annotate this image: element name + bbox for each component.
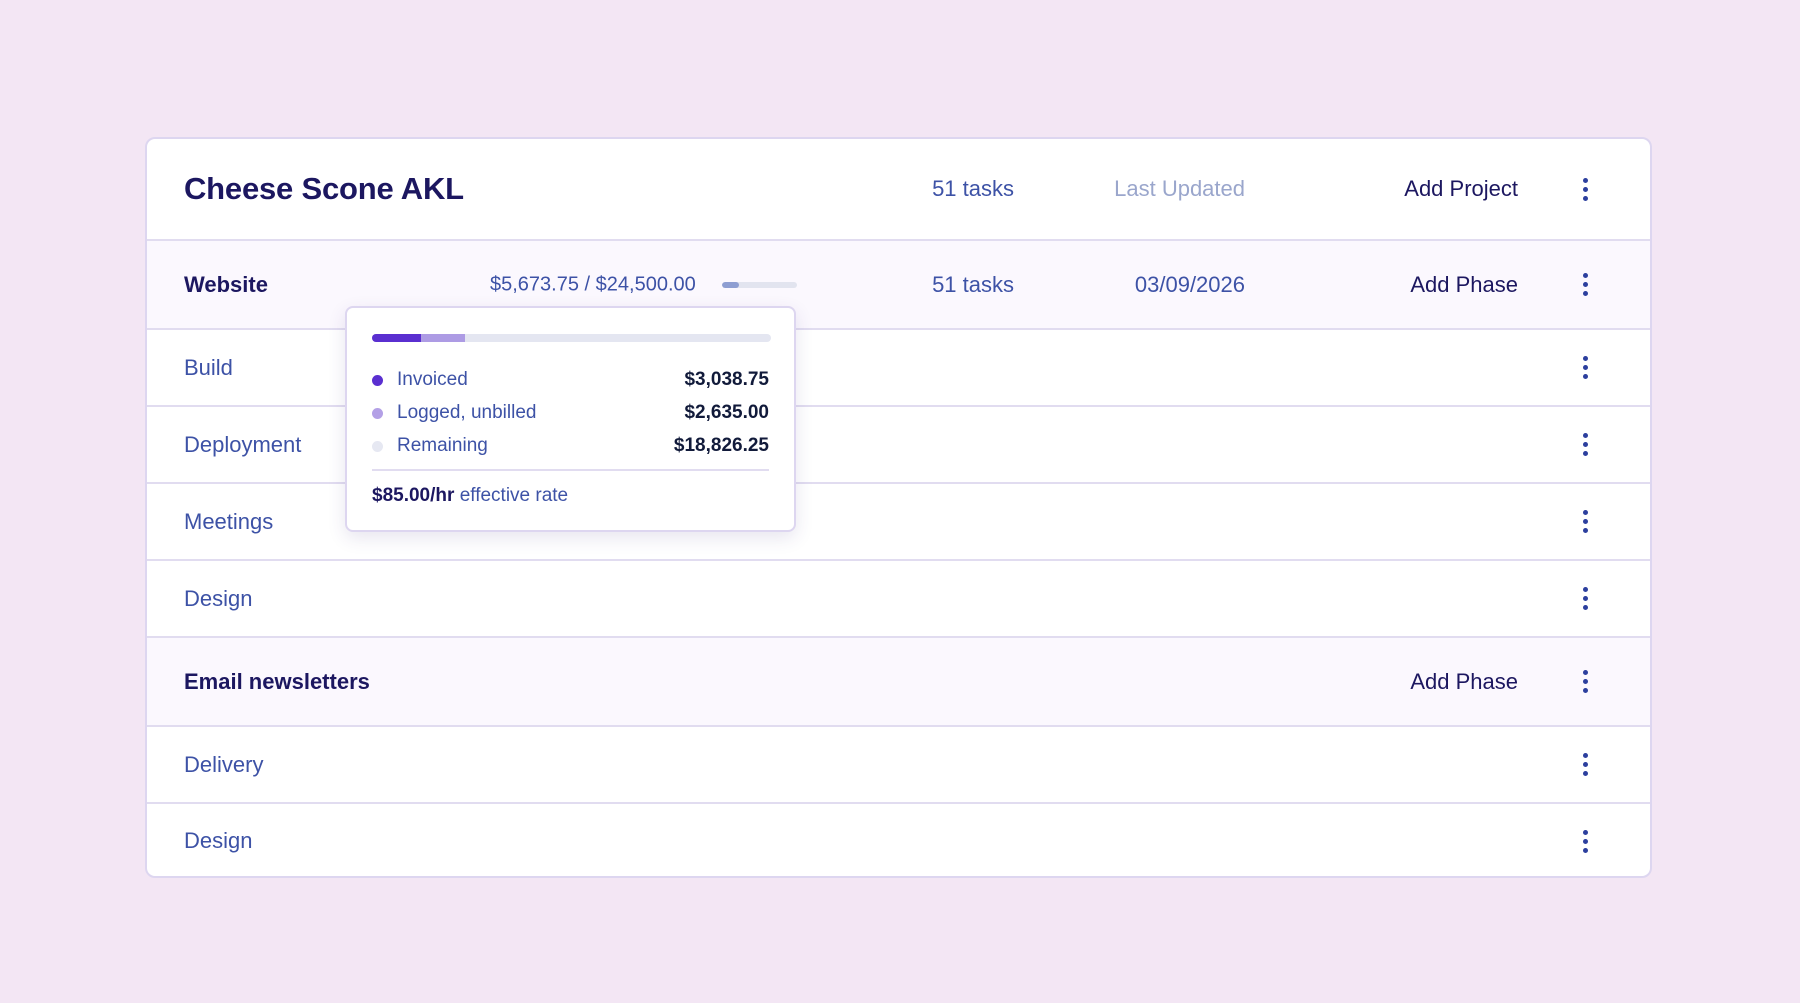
remaining-dot-icon [372,440,383,452]
subphase-name[interactable]: Design [184,586,252,612]
subphase-name[interactable]: Deployment [184,432,301,458]
phase-row-email-newsletters[interactable]: Email newsletters Add Phase [147,638,1650,727]
project-task-count[interactable]: 51 tasks [932,176,1014,202]
invoiced-dot-icon [372,374,383,386]
tooltip-value: $3,038.75 [684,369,769,390]
subphase-name[interactable]: Delivery [184,752,263,778]
tooltip-label: Logged, unbilled [397,402,537,423]
tooltip-row-invoiced: Invoiced $3,038.75 [372,368,769,392]
phase-name: Email newsletters [184,668,370,694]
subphase-row-delivery[interactable]: Delivery [147,727,1650,804]
invoiced-segment [372,334,422,342]
phase-more-menu-icon[interactable] [1575,270,1595,300]
subphase-more-menu-icon[interactable] [1575,507,1595,537]
project-header: Cheese Scone AKL 51 tasks Last Updated A… [147,139,1650,241]
tooltip-value: $18,826.25 [673,435,769,456]
tooltip-label: Invoiced [397,369,468,390]
logged-segment [421,334,465,342]
subphase-more-menu-icon[interactable] [1575,826,1595,856]
effective-rate-value: $85.00/hr [372,485,455,506]
phase-date: 03/09/2026 [1134,271,1245,297]
subphase-row-design[interactable]: Design [147,561,1650,638]
budget-tooltip: Invoiced $3,038.75 Logged, unbilled $2,6… [345,306,796,532]
add-phase-button[interactable]: Add Phase [1410,272,1518,298]
add-project-button[interactable]: Add Project [1404,176,1518,202]
project-more-menu-icon[interactable] [1575,174,1595,204]
phase-budget-progress-bar[interactable] [722,281,797,288]
phase-more-menu-icon[interactable] [1575,667,1595,697]
budget-breakdown-bar [372,334,771,342]
phase-budget[interactable]: $5,673.75 / $24,500.00 [490,273,696,296]
subphase-name[interactable]: Meetings [184,509,273,535]
effective-rate: $85.00/hr effective rate [372,485,568,507]
tooltip-row-remaining: Remaining $18,826.25 [372,434,769,458]
subphase-more-menu-icon[interactable] [1575,430,1595,460]
tooltip-divider [372,469,769,471]
subphase-more-menu-icon[interactable] [1575,750,1595,780]
last-updated-header[interactable]: Last Updated [1114,176,1245,202]
logged-dot-icon [372,407,383,419]
subphase-name[interactable]: Design [184,828,252,854]
effective-rate-label: effective rate [459,485,569,506]
subphase-more-menu-icon[interactable] [1575,353,1595,383]
phase-name: Website [184,271,268,297]
add-phase-button[interactable]: Add Phase [1410,669,1518,695]
phase-task-count[interactable]: 51 tasks [932,272,1014,298]
subphase-name[interactable]: Build [184,355,233,381]
tooltip-label: Remaining [397,435,488,456]
subphase-row-design[interactable]: Design [147,804,1650,878]
subphase-more-menu-icon[interactable] [1575,584,1595,614]
tooltip-value: $2,635.00 [684,402,769,423]
tooltip-row-logged: Logged, unbilled $2,635.00 [372,401,769,425]
project-title: Cheese Scone AKL [184,171,464,206]
